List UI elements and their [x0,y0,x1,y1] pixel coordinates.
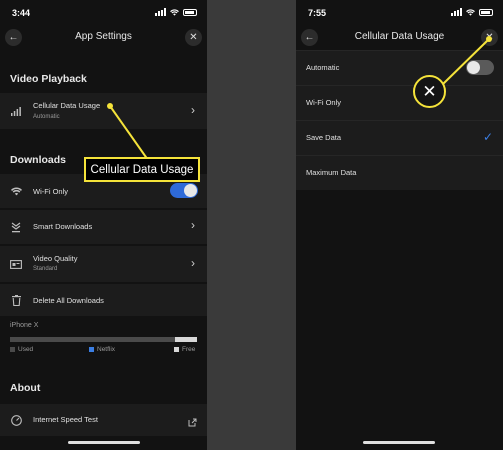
cellular-data-usage-row[interactable]: Cellular Data Usage Automatic › [0,93,207,129]
close-button[interactable]: ✕ [481,29,498,46]
trash-icon [10,294,22,306]
wifi-icon [10,185,22,197]
smart-downloads-icon [10,221,22,233]
nav-bar: ← App Settings ✕ [0,26,207,50]
cellular-bars-icon [10,105,22,117]
screenshot-stage: 3:44 ← App Settings ✕ Video Playback Cel… [0,0,503,450]
chevron-right-icon: › [191,218,195,232]
legend-used: Used [10,346,33,353]
delete-all-downloads-label: Delete All Downloads [33,296,104,305]
close-button[interactable]: ✕ [185,29,202,46]
status-bar: 3:44 [0,0,207,24]
speed-gauge-icon [10,414,22,426]
option-maximum-data[interactable]: Maximum Data [296,155,503,190]
wifi-status-icon [466,8,475,16]
option-wifi-only[interactable]: Wi-Fi Only [296,85,503,120]
chevron-right-icon: › [191,103,195,117]
cellular-data-usage-value: Automatic [33,114,60,120]
nav-bar: ← Cellular Data Usage ✕ [296,26,503,50]
close-icon: ✕ [485,32,494,43]
video-quality-label: Video Quality [33,254,78,263]
callout-label: Cellular Data Usage [84,157,200,182]
status-time: 7:55 [308,8,327,18]
delete-all-downloads-row[interactable]: Delete All Downloads [0,284,207,316]
page-title: Cellular Data Usage [354,31,445,42]
signal-icon [451,8,462,16]
external-link-icon [188,414,197,432]
section-downloads: Downloads [10,154,67,166]
legend-netflix: Netflix [89,346,115,353]
checkmark-icon: ✓ [482,130,493,144]
app-settings-screen: 3:44 ← App Settings ✕ Video Playback Cel… [0,0,207,450]
close-callout-icon: ✕ [413,75,446,108]
automatic-toggle[interactable] [466,60,494,75]
close-icon: ✕ [189,32,198,43]
section-about: About [10,382,41,394]
wifi-only-toggle[interactable] [170,183,198,198]
battery-icon [479,8,493,16]
legend-free: Free [174,346,195,353]
status-time: 3:44 [12,8,31,18]
smart-downloads-label: Smart Downloads [33,222,93,231]
home-indicator [363,441,435,444]
home-indicator [68,441,140,444]
chevron-right-icon: › [191,256,195,270]
wifi-only-label: Wi-Fi Only [33,187,68,196]
status-bar: 7:55 [296,0,503,24]
wifi-status-icon [170,8,179,16]
battery-icon [183,8,197,16]
cellular-data-usage-label: Cellular Data Usage [33,101,101,110]
video-quality-value: Standard [33,266,58,272]
signal-icon [155,8,166,16]
page-title: App Settings [75,31,132,42]
storage-bar [10,337,197,342]
storage-device-name: iPhone X [10,322,39,329]
smart-downloads-row[interactable]: Smart Downloads › [0,210,207,244]
option-save-data[interactable]: Save Data ✓ [296,120,503,155]
section-video-playback: Video Playback [10,73,87,85]
internet-speed-test-label: Internet Speed Test [33,415,98,424]
video-quality-icon [10,258,22,270]
video-quality-row[interactable]: Video Quality Standard › [0,246,207,282]
cellular-data-usage-screen: 7:55 ← Cellular Data Usage ✕ Automatic W… [296,0,503,450]
option-automatic[interactable]: Automatic [296,50,503,85]
internet-speed-test-row[interactable]: Internet Speed Test [0,404,207,436]
